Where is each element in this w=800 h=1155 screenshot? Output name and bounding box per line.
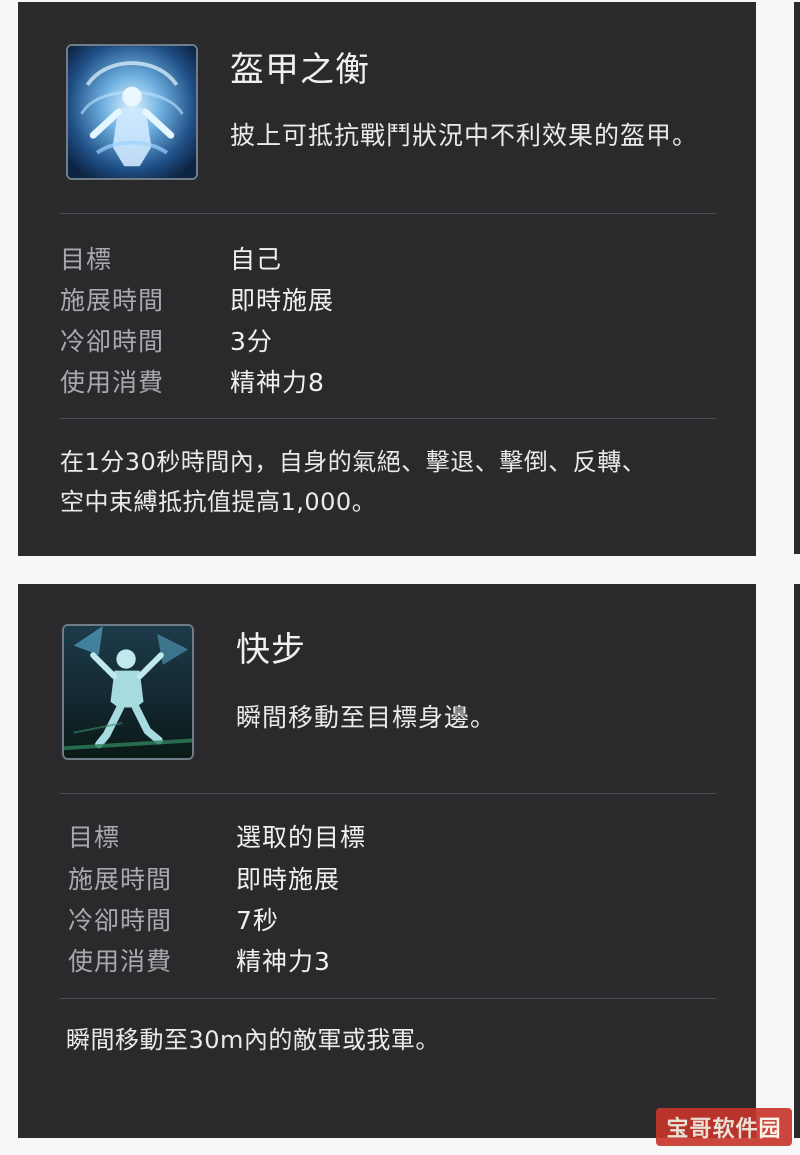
stat-value-cast-time: 即時施展: [236, 865, 341, 894]
armor-skill-icon-art: [68, 46, 196, 178]
skill-card-armor: 盔甲之衡 披上可抵抗戰鬥狀況中不利效果的盔甲。 目標 自己 施展時間 即時施展 …: [18, 2, 756, 556]
divider: [60, 793, 716, 794]
stat-value-cost: 精神力3: [236, 947, 331, 976]
divider: [60, 418, 716, 419]
quickstep-skill-icon-art: [64, 626, 192, 758]
skill-detail: 瞬間移動至30m內的敵軍或我軍。: [66, 1020, 736, 1060]
quickstep-skill-icon: [62, 624, 194, 760]
skill-title: 盔甲之衡: [230, 50, 370, 90]
armor-skill-icon: [66, 44, 198, 180]
stat-label-cooldown: 冷卻時間: [60, 327, 165, 356]
adjacent-card-edge: [794, 584, 800, 1138]
watermark-logo: 宝哥软件园: [656, 1108, 792, 1146]
skill-detail-line: 在1分30秒時間內，自身的氣絕、擊退、擊倒、反轉、: [60, 448, 647, 476]
skill-description: 瞬間移動至目標身邊。: [236, 703, 497, 732]
divider: [60, 213, 716, 214]
skill-detail-line: 瞬間移動至30m內的敵軍或我軍。: [66, 1026, 440, 1054]
stat-value-cost: 精神力8: [230, 368, 325, 397]
stat-value-target: 自己: [230, 245, 283, 274]
stat-label-target: 目標: [60, 245, 113, 274]
stat-label-cost: 使用消費: [60, 368, 165, 397]
stat-value-cooldown: 7秒: [236, 906, 279, 935]
skill-card-quickstep: 快步 瞬間移動至目標身邊。 目標 選取的目標 施展時間 即時施展 冷卻時間 7秒…: [18, 584, 756, 1138]
skill-detail-line: 空中束縛抵抗值提高1,000。: [60, 488, 377, 516]
stat-label-cast-time: 施展時間: [60, 286, 165, 315]
stat-label-cooldown: 冷卻時間: [68, 906, 173, 935]
skill-title: 快步: [236, 630, 306, 670]
skill-description: 披上可抵抗戰鬥狀況中不利效果的盔甲。: [230, 121, 699, 150]
stat-value-cast-time: 即時施展: [230, 286, 335, 315]
page: 盔甲之衡 披上可抵抗戰鬥狀況中不利效果的盔甲。 目標 自己 施展時間 即時施展 …: [0, 0, 800, 1155]
divider: [60, 998, 716, 999]
stat-label-cost: 使用消費: [68, 947, 173, 976]
stat-label-cast-time: 施展時間: [68, 865, 173, 894]
skill-detail: 在1分30秒時間內，自身的氣絕、擊退、擊倒、反轉、 空中束縛抵抗值提高1,000…: [60, 442, 730, 522]
stat-value-target: 選取的目標: [236, 823, 367, 852]
adjacent-card-edge: [794, 2, 800, 554]
stat-label-target: 目標: [68, 823, 121, 852]
stat-value-cooldown: 3分: [230, 327, 273, 356]
